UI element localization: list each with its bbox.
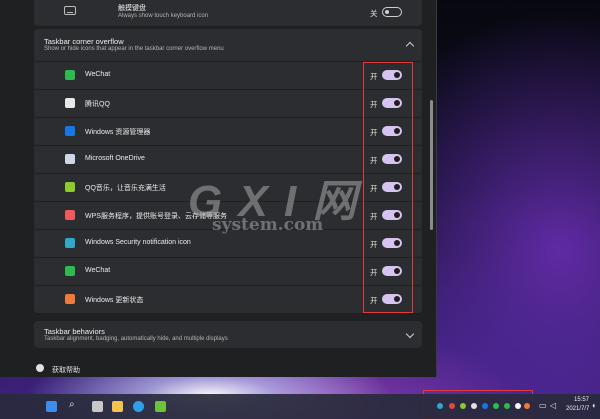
tray-security-icon[interactable]	[437, 403, 443, 409]
touch-keyboard-setting: 触摸键盘 Always show touch keyboard icon 关	[34, 0, 422, 26]
behaviors-section-subtitle: Taskbar alignment, badging, automaticall…	[44, 336, 228, 342]
windows-update-icon	[65, 294, 75, 304]
tray-qq-music-icon[interactable]	[460, 403, 466, 409]
touch-keyboard-title: 触摸键盘	[118, 5, 146, 12]
tray-wps-icon[interactable]	[449, 403, 455, 409]
touch-keyboard-toggle[interactable]	[382, 7, 402, 17]
overflow-item-label: WeChat	[85, 71, 111, 78]
taskbar-clock-time[interactable]: 15:57	[574, 397, 589, 403]
overflow-item-label: Windows Security notification icon	[85, 239, 191, 246]
chevron-up-icon[interactable]	[405, 41, 415, 51]
tray-wechat-icon-2[interactable]	[504, 403, 510, 409]
touch-keyboard-subtitle: Always show touch keyboard icon	[118, 13, 209, 19]
tray-wechat-icon[interactable]	[493, 403, 499, 409]
tray-update-icon[interactable]	[524, 403, 530, 409]
qq-music-icon	[65, 182, 75, 192]
help-icon[interactable]	[36, 364, 44, 372]
overflow-item-label: Windows 更新状态	[85, 297, 144, 304]
get-help-link[interactable]: 获取帮助	[52, 365, 80, 375]
overflow-section-subtitle: Show or hide icons that appear in the ta…	[44, 46, 224, 52]
qq-penguin-icon	[65, 98, 75, 108]
windows-security-icon	[65, 238, 75, 248]
taskbar-corner-overflow-header[interactable]: Taskbar corner overflow Show or hide ico…	[34, 29, 422, 61]
overflow-section-title: Taskbar corner overflow	[44, 37, 124, 46]
notification-icon[interactable]: ◐	[592, 401, 597, 410]
overflow-item-label: 腾讯QQ	[85, 101, 110, 108]
edge-browser-icon[interactable]	[133, 401, 144, 412]
scrollbar[interactable]	[430, 100, 433, 230]
tray-bluetooth-icon[interactable]	[482, 403, 488, 409]
volume-icon[interactable]: ◁	[550, 401, 556, 410]
watermark-domain: system.com	[212, 215, 324, 235]
tray-qq-icon[interactable]	[515, 403, 521, 409]
task-view-icon[interactable]	[92, 401, 103, 412]
bluetooth-icon	[65, 126, 75, 136]
keyboard-icon	[64, 6, 76, 15]
overflow-item-label: Windows 资源管理器	[85, 129, 151, 136]
overflow-item-label: Microsoft OneDrive	[85, 155, 145, 162]
search-icon[interactable]: ⌕	[69, 399, 75, 410]
taskbar-clock-date[interactable]: 2021/7/7	[566, 406, 589, 412]
wps-icon	[65, 210, 75, 220]
taskbar: ⌕ ▭ ◁ ◐	[0, 394, 600, 419]
start-windows-icon[interactable]	[46, 401, 57, 412]
wechat-icon	[65, 266, 75, 276]
touch-keyboard-state: 关	[370, 9, 378, 18]
store-icon[interactable]	[155, 401, 166, 412]
onedrive-cloud-icon	[65, 154, 75, 164]
chevron-down-icon[interactable]	[405, 329, 415, 339]
wechat-icon	[65, 70, 75, 80]
overflow-item-label: WeChat	[85, 267, 111, 274]
overflow-item-label: QQ音乐，让音乐充满生活	[85, 185, 166, 192]
taskbar-behaviors-header[interactable]: Taskbar behaviors Taskbar alignment, bad…	[34, 321, 422, 348]
file-explorer-icon[interactable]	[112, 401, 123, 412]
network-icon[interactable]: ▭	[539, 401, 547, 410]
tray-onedrive-icon[interactable]	[471, 403, 477, 409]
behaviors-section-title: Taskbar behaviors	[44, 327, 105, 336]
watermark: G X I 网 system.com	[188, 165, 388, 250]
